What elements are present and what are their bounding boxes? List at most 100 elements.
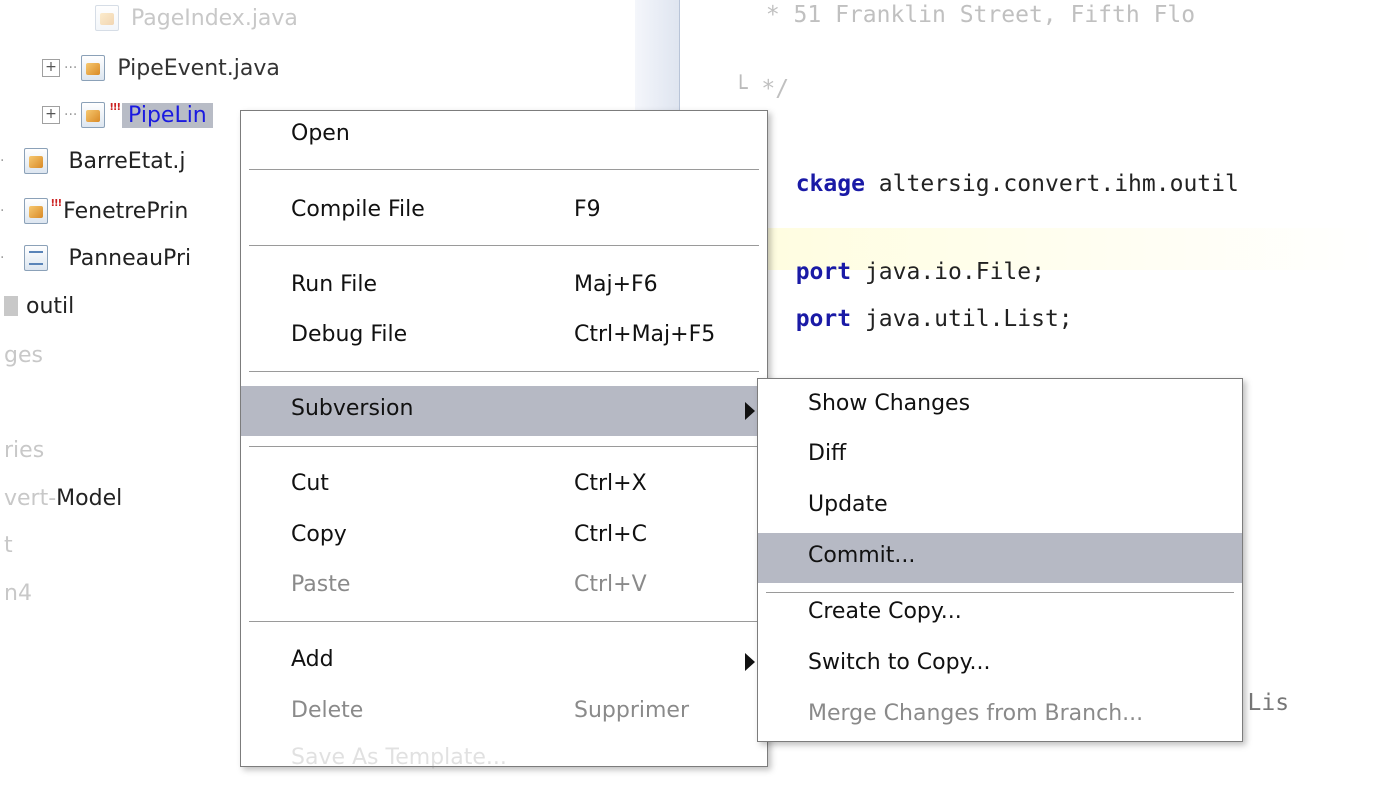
tree-node[interactable]: vert- Model: [4, 478, 122, 518]
menu-item-copy[interactable]: Copy Ctrl+C: [241, 512, 767, 562]
editor-gutter: [635, 0, 680, 120]
menu-item-label: Run File: [291, 272, 377, 297]
tree-item-label: BarreEtat.j: [68, 148, 186, 174]
menu-item-run-file[interactable]: Run File Maj+F6: [241, 262, 767, 312]
context-menu: Open Compile File F9 Run File Maj+F6 Deb…: [240, 110, 768, 770]
tree-item-label: PageIndex.java: [131, 5, 298, 31]
code-line: └ */: [706, 50, 789, 102]
package-icon: [4, 296, 18, 316]
menu-item-label: Update: [808, 492, 888, 517]
tree-item-label: outil: [26, 293, 75, 319]
menu-item-open[interactable]: Open: [241, 111, 767, 161]
menu-item-label: Compile File: [291, 197, 425, 222]
tree-connector: ·: [0, 203, 5, 219]
tree-node[interactable]: n4: [4, 573, 32, 613]
menu-separator: [249, 245, 759, 247]
tree-item-selected[interactable]: + ··· !!! PipeLin: [42, 95, 213, 135]
menu-item-label: Copy: [291, 522, 347, 547]
tree-item[interactable]: + ··· PipeEvent.java: [42, 48, 280, 88]
code-text: */: [747, 76, 790, 102]
submenu-arrow-icon: [745, 402, 755, 420]
menu-item-shortcut: Ctrl+C: [574, 522, 647, 547]
code-line: port java.io.File;: [768, 233, 1045, 285]
menu-item-label: Switch to Copy...: [808, 650, 991, 675]
menu-item-label: Paste: [291, 572, 351, 597]
menu-item-label: Subversion: [291, 396, 414, 421]
expand-icon[interactable]: +: [42, 59, 60, 77]
expand-icon[interactable]: +: [42, 106, 60, 124]
menu-item-shortcut: Supprimer: [574, 698, 690, 723]
tree-item-label: Model: [56, 485, 123, 511]
java-file-icon: [24, 148, 49, 174]
menu-item-delete[interactable]: Delete Supprimer: [241, 688, 767, 738]
tree-connector: ·: [0, 250, 5, 266]
java-file-icon: [24, 198, 49, 224]
menu-item-save-as-template[interactable]: Save As Template...: [241, 735, 767, 785]
menu-item-subversion[interactable]: Subversion: [241, 386, 767, 436]
menu-item-add[interactable]: Add: [241, 637, 767, 687]
menu-item-label: Save As Template...: [291, 745, 507, 770]
code-text: java.util.List;: [851, 306, 1073, 332]
code-text: altersig.convert.ihm.outil: [864, 171, 1239, 197]
fold-marker[interactable]: └: [734, 76, 748, 102]
subversion-submenu: Show Changes Diff Update Commit... Creat…: [757, 378, 1243, 742]
menu-item-label: Add: [291, 647, 334, 672]
menu-item-merge-changes[interactable]: Merge Changes from Branch...: [758, 691, 1242, 741]
menu-item-compile-file[interactable]: Compile File F9: [241, 187, 767, 237]
code-line: * 51 Franklin Street, Fifth Flo: [752, 2, 1196, 28]
code-keyword: port: [795, 306, 852, 332]
tree-package[interactable]: outil: [4, 286, 74, 326]
menu-item-label: Show Changes: [808, 391, 971, 416]
tree-item-label: PipeLin: [122, 102, 213, 128]
menu-item-label: Delete: [291, 698, 364, 723]
menu-item-debug-file[interactable]: Debug File Ctrl+Maj+F5: [241, 312, 767, 362]
menu-item-commit[interactable]: Commit...: [758, 533, 1242, 583]
menu-separator: [249, 446, 759, 448]
menu-item-label: Create Copy...: [808, 599, 962, 624]
tree-item[interactable]: · PanneauPri: [0, 238, 191, 278]
menu-item-paste[interactable]: Paste Ctrl+V: [241, 562, 767, 612]
tree-item-label: ries: [4, 437, 45, 463]
java-file-icon: [81, 102, 106, 128]
menu-item-cut[interactable]: Cut Ctrl+X: [241, 461, 767, 511]
tree-connector: ·: [0, 153, 5, 169]
java-file-icon: [81, 55, 106, 81]
tree-item[interactable]: · !!! FenetrePrin: [0, 191, 188, 231]
svn-modified-badge: !!!: [109, 101, 121, 113]
tree-item-label-faded: vert-: [4, 485, 57, 511]
tree-node[interactable]: t: [4, 525, 13, 565]
menu-item-create-copy[interactable]: Create Copy...: [758, 589, 1242, 639]
tree-connector: ···: [64, 60, 78, 76]
tree-item-label: PipeEvent.java: [117, 55, 280, 81]
menu-item-label: Diff: [808, 441, 847, 466]
menu-separator: [249, 621, 759, 623]
menu-separator: [249, 371, 759, 373]
tree-item-label: n4: [4, 580, 32, 606]
tree-item-label: FenetrePrin: [63, 198, 189, 224]
menu-item-label: Cut: [291, 471, 329, 496]
submenu-arrow-icon: [745, 653, 755, 671]
tree-item-label: ges: [4, 342, 43, 368]
menu-item-update[interactable]: Update: [758, 482, 1242, 532]
menu-item-label: Commit...: [808, 543, 916, 568]
tree-item[interactable]: PageIndex.java: [95, 0, 298, 38]
menu-item-show-changes[interactable]: Show Changes: [758, 381, 1242, 431]
tree-item[interactable]: · BarreEtat.j: [0, 141, 186, 181]
svn-modified-badge: !!!: [50, 197, 62, 209]
menu-item-label: Open: [291, 121, 350, 146]
menu-item-label: Merge Changes from Branch...: [808, 701, 1144, 726]
menu-item-diff[interactable]: Diff: [758, 431, 1242, 481]
menu-item-shortcut: Ctrl+V: [574, 572, 647, 597]
menu-item-shortcut: Ctrl+Maj+F5: [574, 322, 716, 347]
form-file-icon: [24, 245, 49, 271]
code-line: port java.util.List;: [768, 280, 1073, 332]
code-keyword: ckage: [795, 171, 865, 197]
menu-item-switch-to-copy[interactable]: Switch to Copy...: [758, 640, 1242, 690]
menu-item-shortcut: Ctrl+X: [574, 471, 647, 496]
tree-node[interactable]: ries: [4, 430, 44, 470]
tree-node[interactable]: ges: [4, 335, 43, 375]
menu-item-label: Debug File: [291, 322, 408, 347]
tree-connector: ···: [64, 107, 78, 123]
code-line: ckage altersig.convert.ihm.outil: [768, 145, 1239, 197]
menu-separator: [249, 169, 759, 171]
